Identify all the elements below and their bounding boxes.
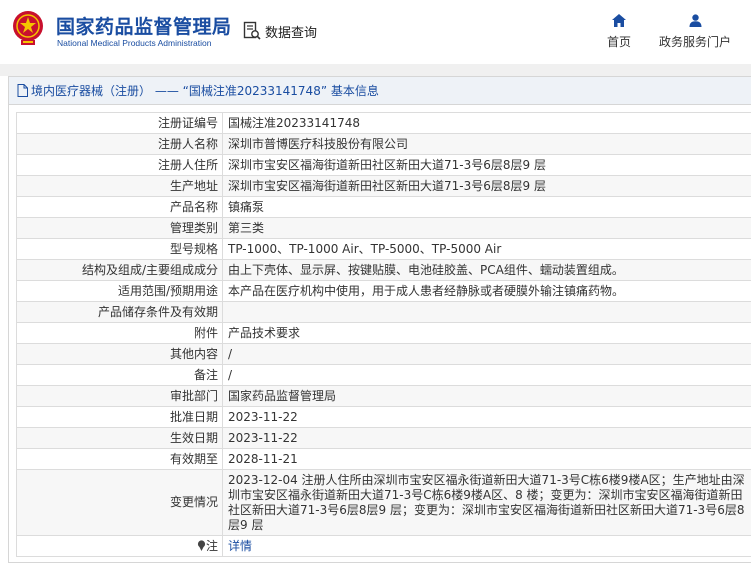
field-label: 注册人住所 xyxy=(16,154,223,176)
table-row: 适用范围/预期用途 本产品在医疗机构中使用，用于成人患者经静脉或者硬膜外输注镇痛药… xyxy=(16,280,751,302)
field-value: 国械注准20233141748 xyxy=(222,112,751,134)
field-label: 其他内容 xyxy=(16,343,223,365)
table-row: 生效日期 2023-11-22 xyxy=(16,427,751,449)
data-query-label: 数据查询 xyxy=(265,25,318,41)
table-row: 注册人名称 深圳市普博医疗科技股份有限公司 xyxy=(16,133,751,155)
field-label: 注册证编号 xyxy=(16,112,223,134)
table-row: 有效期至 2028-11-21 xyxy=(16,448,751,470)
header-divider xyxy=(0,64,751,76)
nav-service-portal[interactable]: 政务服务门户 xyxy=(655,14,735,50)
note-label: 注 xyxy=(205,538,218,553)
field-value: 深圳市宝安区福海街道新田社区新田大道71-3号6层8层9 层 xyxy=(222,154,751,176)
table-row: 其他内容 / xyxy=(16,343,751,365)
nav-home[interactable]: 首页 xyxy=(602,14,636,50)
field-label: 变更情况 xyxy=(16,469,223,536)
field-value: 2023-11-22 xyxy=(222,427,751,449)
field-label: 审批部门 xyxy=(16,385,223,407)
field-value: 第三类 xyxy=(222,217,751,239)
field-value xyxy=(222,301,751,323)
field-value: 2023-11-22 xyxy=(222,406,751,428)
user-icon xyxy=(689,14,701,27)
detail-panel: 境内医疗器械（注册） —— “国械注准20233141748” 基本信息 注册证… xyxy=(8,76,751,563)
field-value: 国家药品监督管理局 xyxy=(222,385,751,407)
table-row: 生产地址 深圳市宝安区福海街道新田社区新田大道71-3号6层8层9 层 xyxy=(16,175,751,197)
table-row: 审批部门 国家药品监督管理局 xyxy=(16,385,751,407)
field-label: 产品储存条件及有效期 xyxy=(16,301,223,323)
field-label: 有效期至 xyxy=(16,448,223,470)
home-icon xyxy=(612,14,626,27)
field-label: 附件 xyxy=(16,322,223,344)
table-row: 注册证编号 国械注准20233141748 xyxy=(16,112,751,134)
field-value: 镇痛泵 xyxy=(222,196,751,218)
field-value: 2023-12-04 注册人住所由深圳市宝安区福永街道新田大道71-3号C栋6楼… xyxy=(222,469,751,536)
field-value: / xyxy=(222,343,751,365)
details-link[interactable]: 详情 xyxy=(222,535,751,557)
org-name-cn: 国家药品监督管理局 xyxy=(56,16,232,38)
table-row: 结构及组成/主要组成成分 由上下壳体、显示屏、按键贴膜、电池硅胶盖、PCA组件、蠕… xyxy=(16,259,751,281)
field-label: 适用范围/预期用途 xyxy=(16,280,223,302)
field-value: 2028-11-21 xyxy=(222,448,751,470)
site-header: 国家药品监督管理局 National Medical Products Admi… xyxy=(0,0,751,64)
table-row: 型号规格 TP-1000、TP-1000 Air、TP-5000、TP-5000 … xyxy=(16,238,751,260)
table-row: 产品名称 镇痛泵 xyxy=(16,196,751,218)
field-label: 生效日期 xyxy=(16,427,223,449)
note-label-cell: 注 xyxy=(16,535,223,557)
document-icon xyxy=(17,84,28,97)
record-table: 注册证编号 国械注准20233141748 注册人名称 深圳市普博医疗科技股份有限公… xyxy=(16,112,751,557)
field-label: 生产地址 xyxy=(16,175,223,197)
table-row-note: 注 详情 xyxy=(16,535,751,557)
field-label: 批准日期 xyxy=(16,406,223,428)
table-row: 注册人住所 深圳市宝安区福海街道新田社区新田大道71-3号6层8层9 层 xyxy=(16,154,751,176)
field-value: TP-1000、TP-1000 Air、TP-5000、TP-5000 Air xyxy=(222,238,751,260)
field-value: / xyxy=(222,364,751,386)
search-document-icon xyxy=(243,21,261,40)
field-label: 备注 xyxy=(16,364,223,386)
field-label: 产品名称 xyxy=(16,196,223,218)
national-emblem-icon xyxy=(13,11,43,45)
nav-portal-label: 政务服务门户 xyxy=(658,35,731,49)
breadcrumb: 境内医疗器械（注册） —— “国械注准20233141748” 基本信息 xyxy=(9,77,751,105)
table-row: 管理类别 第三类 xyxy=(16,217,751,239)
field-value: 深圳市宝安区福海街道新田社区新田大道71-3号6层8层9 层 xyxy=(222,175,751,197)
table-row: 附件 产品技术要求 xyxy=(16,322,751,344)
table-row: 批准日期 2023-11-22 xyxy=(16,406,751,428)
field-label: 型号规格 xyxy=(16,238,223,260)
field-value: 产品技术要求 xyxy=(222,322,751,344)
nav-home-label: 首页 xyxy=(606,35,631,49)
field-label: 管理类别 xyxy=(16,217,223,239)
field-label: 注册人名称 xyxy=(16,133,223,155)
table-row: 备注 / xyxy=(16,364,751,386)
table-row: 产品储存条件及有效期 xyxy=(16,301,751,323)
pin-icon xyxy=(197,539,206,551)
breadcrumb-text: 境内医疗器械（注册） —— “国械注准20233141748” 基本信息 xyxy=(31,84,379,98)
data-query-link[interactable]: 数据查询 xyxy=(243,20,317,42)
field-value: 由上下壳体、显示屏、按键贴膜、电池硅胶盖、PCA组件、蠕动装置组成。 xyxy=(222,259,751,281)
field-label: 结构及组成/主要组成成分 xyxy=(16,259,223,281)
org-name-en: National Medical Products Administration xyxy=(57,38,212,48)
table-row: 变更情况 2023-12-04 注册人住所由深圳市宝安区福永街道新田大道71-3号… xyxy=(16,469,751,536)
field-value: 深圳市普博医疗科技股份有限公司 xyxy=(222,133,751,155)
field-value: 本产品在医疗机构中使用，用于成人患者经静脉或者硬膜外输注镇痛药物。 xyxy=(222,280,751,302)
